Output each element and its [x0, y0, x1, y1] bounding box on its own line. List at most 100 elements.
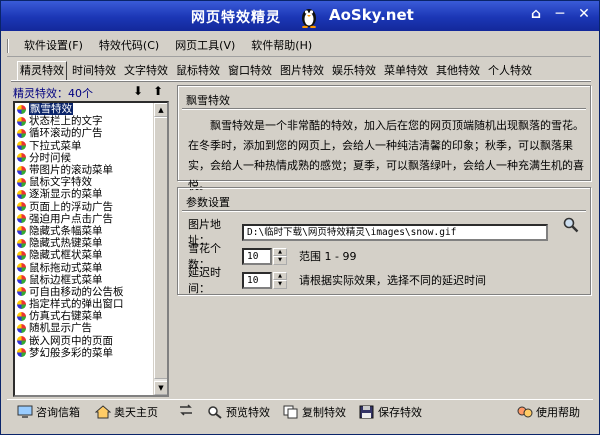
effect-ball-icon: [17, 323, 26, 333]
arrow-down-icon[interactable]: ⬇: [131, 84, 145, 98]
monitor-icon: [17, 405, 33, 418]
list-item[interactable]: 鼠标拖动式菜单: [15, 261, 153, 274]
effect-ball-icon: [17, 128, 26, 138]
save-button[interactable]: 保存特效: [359, 404, 422, 420]
window-title: 网页特效精灵: [191, 10, 281, 26]
tab-divider: [11, 80, 591, 82]
browse-search-icon[interactable]: [562, 216, 580, 234]
list-item[interactable]: 可自由移动的公告板: [15, 286, 153, 298]
home-icon[interactable]: ⌂: [527, 5, 545, 23]
list-item-label: 鼠标文字特效: [29, 176, 92, 189]
tab-other[interactable]: 其他特效: [433, 61, 483, 81]
list-item[interactable]: 鼠标边框式菜单: [15, 274, 153, 286]
copy-button[interactable]: 复制特效: [283, 404, 346, 420]
effect-ball-icon: [17, 214, 26, 224]
tab-sprite[interactable]: 精灵特效: [17, 61, 67, 81]
home-page-icon: [95, 405, 111, 419]
title-bar[interactable]: 网页特效精灵 AoSky.net ⌂ ─ ✕: [1, 1, 599, 31]
effect-count-label: 精灵特效：40个: [13, 87, 93, 100]
list-item[interactable]: 飘雪特效: [15, 103, 153, 116]
image-url-input[interactable]: D:\临时下载\网页特效精灵\images\snow.gif: [242, 223, 548, 241]
mail-button[interactable]: 咨询信箱: [17, 404, 80, 420]
list-item-label: 隐藏式热键菜单: [29, 237, 103, 250]
scroll-up-icon[interactable]: ▲: [154, 103, 167, 117]
delay-stepper[interactable]: ▲ ▼: [273, 271, 287, 289]
list-item[interactable]: 隐藏式框状菜单: [15, 249, 153, 261]
effect-ball-icon: [17, 104, 26, 114]
spin-up-icon[interactable]: ▲: [273, 271, 287, 280]
effect-ball-icon: [17, 263, 26, 273]
list-item[interactable]: 随机显示广告: [15, 322, 153, 334]
list-item-label: 仿真式右键菜单: [29, 310, 103, 323]
snow-count-stepper[interactable]: ▲ ▼: [273, 247, 287, 265]
effect-list[interactable]: 飘雪特效 状态栏上的文字 循环滚动的广告 下拉式菜单 分时问候 带图片的滚动菜单 鼠标文字特…: [13, 101, 169, 397]
list-item[interactable]: 仿真式右键菜单: [15, 310, 153, 322]
arrow-up-icon[interactable]: ⬆: [151, 84, 165, 98]
minimize-icon[interactable]: ─: [551, 5, 569, 23]
spin-up-icon[interactable]: ▲: [273, 247, 287, 256]
mail-label: 咨询信箱: [36, 406, 80, 419]
menu-web-tools[interactable]: 网页工具(V): [168, 36, 242, 56]
list-item-label: 带图片的滚动菜单: [29, 164, 113, 177]
tab-time[interactable]: 时间特效: [69, 61, 119, 81]
tab-text[interactable]: 文字特效: [121, 61, 171, 81]
effect-ball-icon: [17, 348, 26, 358]
brand-name: AoSky.net: [329, 6, 414, 24]
delay-hint: 请根据实际效果，选择不同的延迟时间: [299, 274, 486, 287]
list-item-label: 分时问候: [29, 151, 71, 164]
list-item-label: 飘雪特效: [29, 103, 73, 116]
preview-button[interactable]: 预览特效: [207, 404, 270, 420]
effect-ball-icon: [17, 250, 26, 260]
list-item[interactable]: 隐藏式热键菜单: [15, 237, 153, 249]
list-item-label: 隐藏式条幅菜单: [29, 224, 103, 237]
list-item-label: 可自由移动的公告板: [29, 285, 124, 298]
tab-window[interactable]: 窗口特效: [225, 61, 275, 81]
scroll-down-icon[interactable]: ▼: [154, 381, 167, 395]
toggle-icon[interactable]: [179, 404, 193, 416]
tab-mouse[interactable]: 鼠标特效: [173, 61, 223, 81]
list-scrollbar[interactable]: ▲ ▼: [153, 103, 167, 395]
list-item[interactable]: 鼠标文字特效: [15, 176, 153, 188]
list-item[interactable]: 带图片的滚动菜单: [15, 164, 153, 176]
snow-count-input[interactable]: 10: [242, 247, 272, 265]
menu-settings[interactable]: 软件设置(F): [17, 36, 90, 56]
list-item-label: 逐渐显示的菜单: [29, 188, 103, 201]
tab-image[interactable]: 图片特效: [277, 61, 327, 81]
effect-ball-icon: [17, 336, 26, 346]
list-item[interactable]: 嵌入网页中的页面: [15, 335, 153, 347]
list-item[interactable]: 强迫用户点击广告: [15, 213, 153, 225]
effect-ball-icon: [17, 226, 26, 236]
effect-info-panel: 飘雪特效 飘雪特效是一个非常酷的特效，加入后在您的网页顶端随机出现飘落的雪花。在…: [177, 85, 591, 192]
params-title: 参数设置: [186, 196, 230, 209]
tab-menu[interactable]: 菜单特效: [381, 61, 431, 81]
effect-ball-icon: [17, 238, 26, 248]
list-item[interactable]: 状态栏上的文字: [15, 115, 153, 127]
preview-label: 预览特效: [226, 406, 270, 419]
list-item[interactable]: 分时问候: [15, 152, 153, 164]
main-window: 网页特效精灵 AoSky.net ⌂ ─ ✕ 软件设置(F) 特效代码(C) 网…: [0, 0, 600, 435]
close-icon[interactable]: ✕: [575, 5, 593, 23]
tab-fun[interactable]: 娱乐特效: [329, 61, 379, 81]
list-item[interactable]: 循环滚动的广告: [15, 127, 153, 139]
scroll-thumb[interactable]: [154, 117, 167, 379]
spin-down-icon[interactable]: ▼: [273, 280, 287, 289]
list-item-label: 梦幻般多彩的菜单: [29, 346, 113, 359]
list-item[interactable]: 下拉式菜单: [15, 140, 153, 152]
list-item[interactable]: 梦幻般多彩的菜单: [15, 347, 153, 359]
menu-help[interactable]: 软件帮助(H): [244, 36, 319, 56]
effect-description: 飘雪特效是一个非常酷的特效，加入后在您的网页顶端随机出现飘落的雪花。在冬季时，添…: [188, 119, 584, 192]
delay-input[interactable]: 10: [242, 271, 272, 289]
menu-effect-code[interactable]: 特效代码(C): [92, 36, 166, 56]
copy-label: 复制特效: [302, 406, 346, 419]
list-item[interactable]: 页面上的浮动广告: [15, 201, 153, 213]
list-item[interactable]: 隐藏式条幅菜单: [15, 225, 153, 237]
list-item[interactable]: 指定样式的弹出窗口: [15, 298, 153, 310]
window-controls: ⌂ ─ ✕: [527, 5, 593, 23]
list-item[interactable]: 逐渐显示的菜单: [15, 188, 153, 200]
home-page-button[interactable]: 奥天主页: [95, 404, 158, 420]
effect-ball-icon: [17, 189, 26, 199]
tab-personal[interactable]: 个人特效: [485, 61, 535, 81]
menu-bar: 软件设置(F) 特效代码(C) 网页工具(V) 软件帮助(H): [7, 35, 591, 57]
list-item-label: 强迫用户点击广告: [29, 212, 113, 225]
help-button[interactable]: 使用帮助: [517, 404, 580, 420]
